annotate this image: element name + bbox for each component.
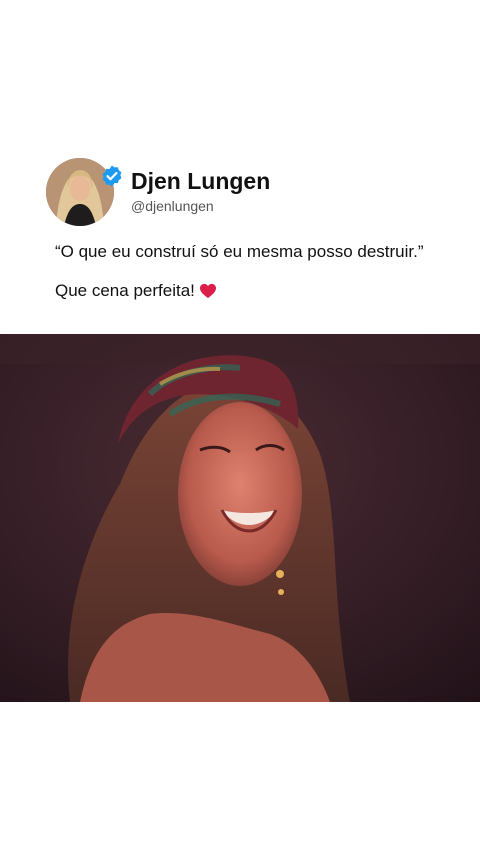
- tweet-quote-line: “O que eu construí só eu mesma posso des…: [55, 242, 424, 261]
- tweet-text: “O que eu construí só eu mesma posso des…: [55, 241, 455, 302]
- display-name[interactable]: Djen Lungen: [131, 168, 270, 194]
- red-heart-icon: [199, 283, 216, 299]
- post-header: Djen Lungen @djenlungen: [46, 158, 270, 226]
- verified-badge-icon: [102, 165, 122, 187]
- video-frame: [0, 334, 480, 702]
- avatar-wrapper[interactable]: [46, 158, 122, 226]
- author-names: Djen Lungen @djenlungen: [131, 168, 270, 216]
- tweet-comment-text: Que cena perfeita!: [55, 281, 195, 300]
- tweet-comment-line: Que cena perfeita!: [55, 280, 455, 302]
- post-card: Djen Lungen @djenlungen “O que eu constr…: [0, 0, 480, 854]
- user-handle[interactable]: @djenlungen: [131, 196, 270, 216]
- video-media[interactable]: [0, 334, 480, 702]
